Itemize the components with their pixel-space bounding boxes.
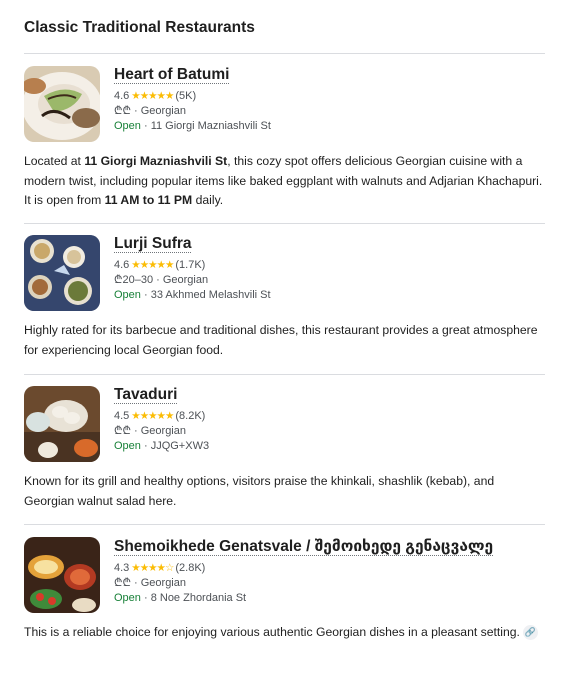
- desc-bold: 11 Giorgi Mazniashvili St: [84, 154, 228, 168]
- divider: [24, 374, 545, 375]
- price-cuisine: ₾₾ · Georgian: [114, 105, 186, 117]
- status-line: Open · 8 Noe Zhordania St: [114, 591, 493, 606]
- rating-value: 4.6: [114, 259, 130, 271]
- restaurant-description: This is a reliable choice for enjoying v…: [24, 623, 545, 643]
- divider: [24, 223, 545, 224]
- rating-line: 4.3 ★★★★☆ (2.8K): [114, 561, 493, 576]
- open-status: Open: [114, 440, 141, 452]
- rating-value: 4.3: [114, 562, 130, 574]
- restaurant-photo[interactable]: [24, 537, 100, 613]
- rating-line: 4.6 ★★★★★ (1.7K): [114, 258, 271, 273]
- divider: [24, 53, 545, 54]
- address: · JJQG+XW3: [140, 440, 210, 452]
- review-count: (2.8K): [175, 562, 206, 574]
- address: · 11 Giorgi Mazniashvili St: [140, 120, 271, 132]
- restaurant-photo[interactable]: [24, 386, 100, 462]
- open-status: Open: [114, 120, 141, 132]
- divider: [24, 524, 545, 525]
- restaurant-name[interactable]: Shemoikhede Genatsvale / შემოიხედე გენაც…: [114, 537, 493, 556]
- link-icon[interactable]: 🔗: [522, 625, 538, 641]
- status-line: Open · 11 Giorgi Mazniashvili St: [114, 119, 271, 134]
- restaurant-photo[interactable]: [24, 235, 100, 311]
- restaurant-description: Known for its grill and healthy options,…: [24, 474, 495, 508]
- review-count: (1.7K): [175, 259, 206, 271]
- desc-text: This is a reliable choice for enjoying v…: [24, 625, 520, 639]
- rating-value: 4.6: [114, 90, 130, 102]
- address: · 33 Akhmed Melashvili St: [140, 289, 271, 301]
- desc-text: Located at: [24, 154, 85, 168]
- restaurant-name[interactable]: Tavaduri: [114, 386, 177, 404]
- section-title: Classic Traditional Restaurants: [24, 19, 255, 36]
- star-rating-icon: ★★★★☆: [131, 562, 174, 574]
- restaurant-description: Located at 11 Giorgi Mazniashvili St, th…: [24, 152, 545, 211]
- restaurant-description: Highly rated for its barbecue and tradit…: [24, 323, 538, 357]
- rating-line: 4.5 ★★★★★ (8.2K): [114, 409, 209, 424]
- open-status: Open: [114, 289, 141, 301]
- price-cuisine: ₾20–30 · Georgian: [114, 274, 209, 286]
- open-status: Open: [114, 592, 141, 604]
- restaurant-name[interactable]: Heart of Batumi: [114, 66, 229, 84]
- desc-bold: 11 AM to 11 PM: [104, 193, 193, 207]
- desc-text: daily.: [192, 193, 224, 207]
- restaurant-photo[interactable]: [24, 66, 100, 142]
- rating-value: 4.5: [114, 410, 130, 422]
- price-cuisine: ₾₾ · Georgian: [114, 577, 186, 589]
- rating-line: 4.6 ★★★★★ (5K): [114, 89, 271, 104]
- restaurant-name[interactable]: Lurji Sufra: [114, 235, 192, 253]
- star-rating-icon: ★★★★★: [131, 90, 174, 102]
- address: · 8 Noe Zhordania St: [140, 592, 247, 604]
- status-line: Open · JJQG+XW3: [114, 439, 209, 454]
- review-count: (8.2K): [175, 410, 206, 422]
- review-count: (5K): [175, 90, 197, 102]
- status-line: Open · 33 Akhmed Melashvili St: [114, 288, 271, 303]
- star-rating-icon: ★★★★★: [131, 410, 174, 422]
- price-cuisine: ₾₾ · Georgian: [114, 425, 186, 437]
- star-rating-icon: ★★★★★: [131, 259, 174, 271]
